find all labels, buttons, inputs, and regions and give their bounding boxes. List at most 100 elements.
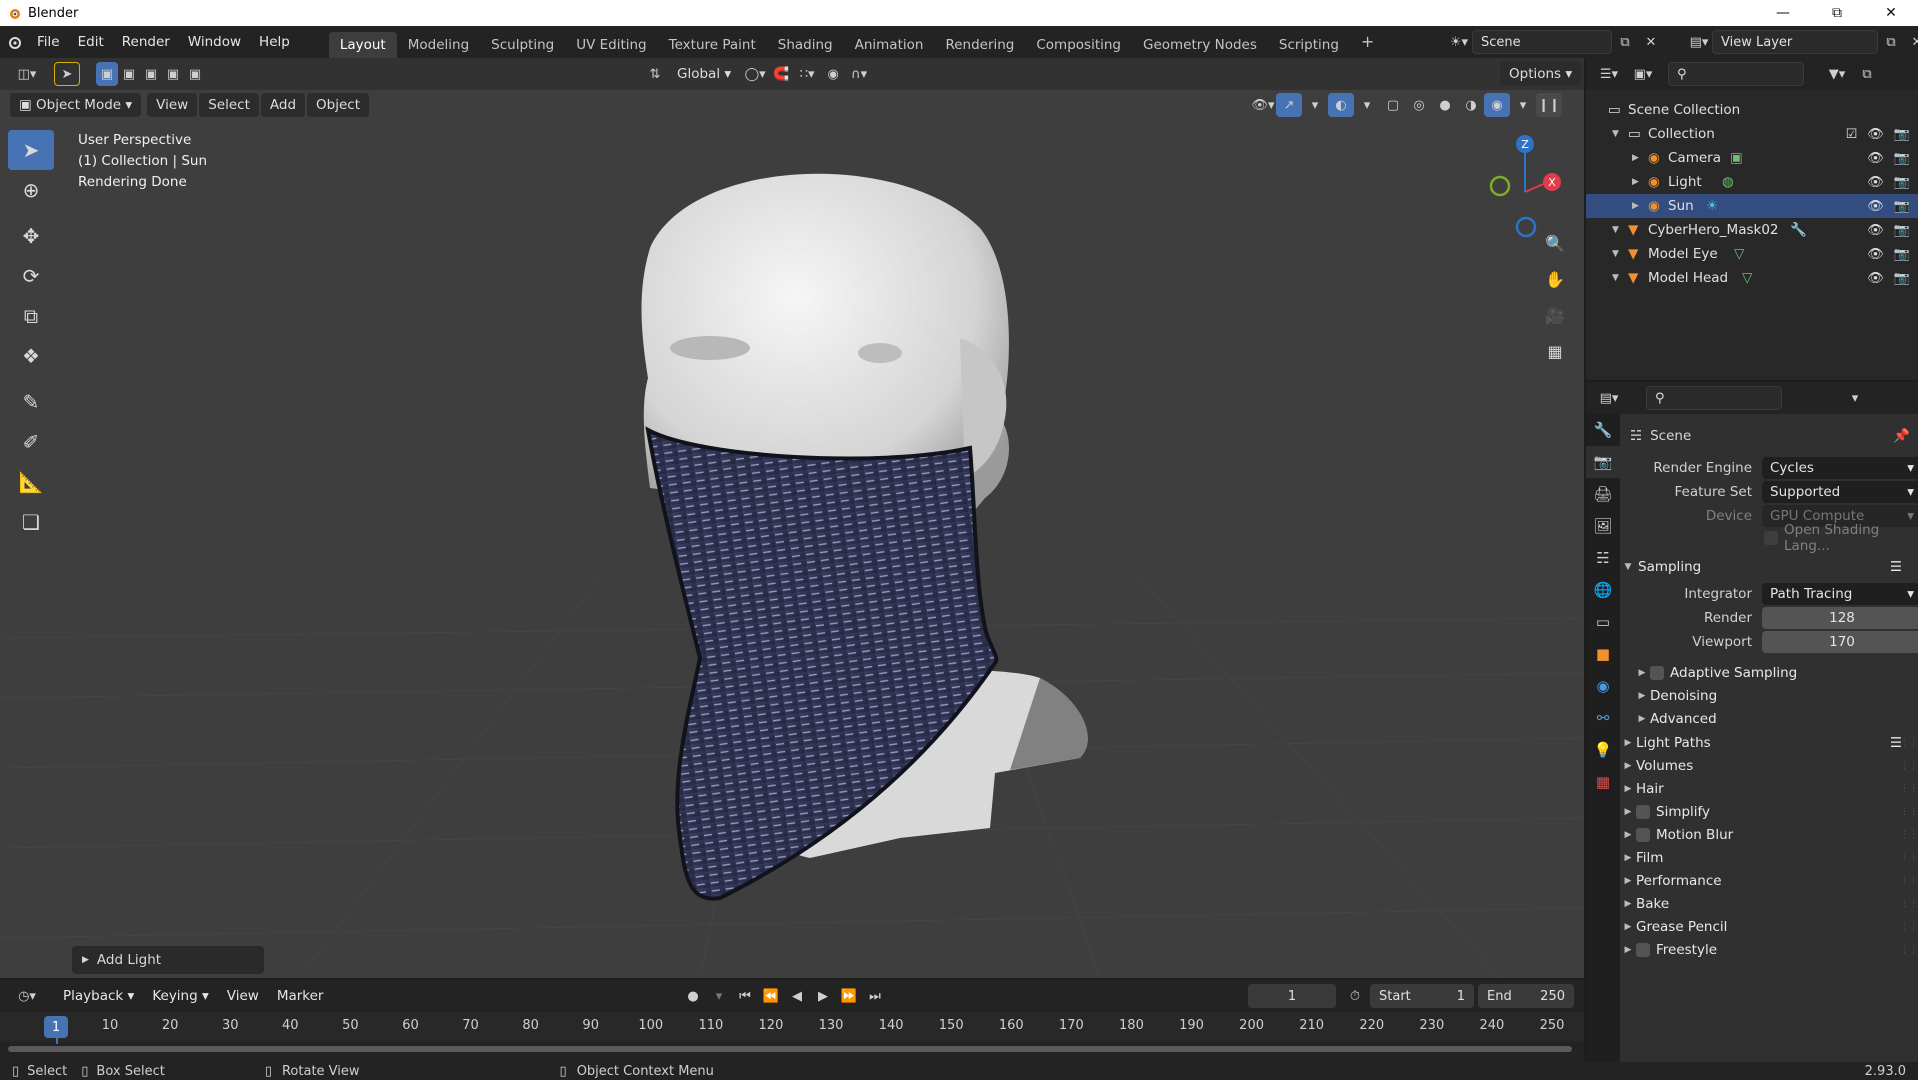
menu-file[interactable]: File xyxy=(28,30,69,54)
sun-data-icon[interactable]: ☀ xyxy=(1706,198,1718,214)
jump-end-icon[interactable]: ⏭ xyxy=(862,984,888,1008)
texture-tab-icon[interactable]: ▦ xyxy=(1586,766,1620,798)
mesh-data-icon[interactable]: ▽ xyxy=(1742,270,1752,286)
add-cube-tool-icon[interactable]: ❏ xyxy=(8,502,54,542)
menu-help[interactable]: Help xyxy=(250,30,299,54)
new-collection-icon[interactable]: ⧉ xyxy=(1854,62,1880,86)
3d-viewport[interactable]: ◫▾ ➤ ▣ ▣ ▣ ▣ ▣ ⇅ Global ▾ ◯▾ 🧲 ∷▾ ◉ ∩▾ O… xyxy=(0,58,1584,978)
menu-window[interactable]: Window xyxy=(179,30,250,54)
properties-editor-type-icon[interactable]: ▤▾ xyxy=(1592,386,1626,410)
drag-handle-icon[interactable]: ⋮⋮ xyxy=(1900,853,1918,863)
visibility-eye-icon[interactable]: 👁 xyxy=(1867,151,1884,166)
timeline-editor-type-icon[interactable]: ◷▾ xyxy=(10,984,44,1008)
record-keyframe-icon[interactable]: ● xyxy=(680,984,706,1008)
editor-type-icon[interactable]: ◫▾ xyxy=(10,62,44,86)
tool-tab-icon[interactable]: 🔧 xyxy=(1586,414,1620,446)
auto-keying-options-icon[interactable]: ▾ xyxy=(706,984,732,1008)
render-engine-dropdown[interactable]: Cycles ▾ xyxy=(1762,457,1918,479)
snap-icon[interactable]: 🧲 xyxy=(768,62,794,86)
outliner-row-collection[interactable]: ▼ ▭ Collection ☑ 👁 📷 xyxy=(1586,122,1918,146)
visibility-eye-icon[interactable]: 👁 xyxy=(1867,223,1884,238)
new-scene-icon[interactable]: ⧉ xyxy=(1612,30,1638,54)
pivot-point-icon[interactable]: ◯▾ xyxy=(742,62,768,86)
tab-texture-paint[interactable]: Texture Paint xyxy=(658,32,767,58)
expand-arrow-icon[interactable]: ▼ xyxy=(1612,273,1619,283)
outliner-row-light[interactable]: ▶ ◉ Light ◍ 👁 📷 xyxy=(1586,170,1918,194)
shading-dropdown-icon[interactable]: ▾ xyxy=(1510,93,1536,117)
render-camera-icon[interactable]: 📷 xyxy=(1894,199,1910,214)
panel-enable-checkbox[interactable] xyxy=(1636,943,1650,957)
shading-material-icon[interactable]: ◑ xyxy=(1458,93,1484,117)
timeline-scrollbar[interactable] xyxy=(8,1046,1572,1052)
world-tab-icon[interactable]: 🌐 xyxy=(1586,574,1620,606)
select-difference-icon[interactable]: ▣ xyxy=(162,62,184,86)
tab-compositing[interactable]: Compositing xyxy=(1025,32,1132,58)
select-subtract-icon[interactable]: ▣ xyxy=(140,62,162,86)
visibility-icon[interactable]: 👁▾ xyxy=(1250,93,1276,117)
menu-edit[interactable]: Edit xyxy=(69,30,113,54)
expand-arrow-icon[interactable]: ▼ xyxy=(1612,225,1619,235)
osl-checkbox[interactable] xyxy=(1764,531,1778,545)
close-button[interactable]: ✕ xyxy=(1864,0,1918,26)
gizmo-y-neg-axis[interactable] xyxy=(1489,175,1511,197)
outliner-row-scene-collection[interactable]: ▭ Scene Collection xyxy=(1586,98,1918,122)
collection-tab-icon[interactable]: ▭ xyxy=(1586,606,1620,638)
falloff-icon[interactable]: ∩▾ xyxy=(846,62,872,86)
tab-sculpting[interactable]: Sculpting xyxy=(480,32,565,58)
integrator-dropdown[interactable]: Path Tracing ▾ xyxy=(1762,583,1918,605)
jump-start-icon[interactable]: ⏮ xyxy=(732,984,758,1008)
ortho-toggle-icon[interactable]: ▦ xyxy=(1540,336,1570,366)
visibility-eye-icon[interactable]: 👁 xyxy=(1867,127,1884,142)
render-samples-field[interactable]: 128 xyxy=(1762,607,1918,629)
outliner-row-cyberhero-mask02[interactable]: ▼ ▼ CyberHero_Mask02 🔧 👁 📷 xyxy=(1586,218,1918,242)
render-camera-icon[interactable]: 📷 xyxy=(1894,271,1910,286)
modifier-wrench-icon[interactable]: 🔧 xyxy=(1790,222,1807,238)
rotate-tool-icon[interactable]: ⟳ xyxy=(8,256,54,296)
tab-modeling[interactable]: Modeling xyxy=(397,32,480,58)
properties-search-input[interactable]: ⚲ xyxy=(1646,386,1782,410)
shading-solid-icon[interactable]: ● xyxy=(1432,93,1458,117)
options-dropdown[interactable]: Options ▾ xyxy=(1500,62,1582,86)
add-workspace-button[interactable]: + xyxy=(1350,29,1385,55)
timeline-menu-keying[interactable]: Keying ▾ xyxy=(143,984,217,1008)
minimize-button[interactable]: — xyxy=(1756,0,1810,26)
visibility-eye-icon[interactable]: 👁 xyxy=(1867,247,1884,262)
preview-range-icon[interactable]: ⏱ xyxy=(1342,984,1368,1008)
view-layer-field[interactable]: View Layer xyxy=(1712,30,1878,54)
shading-wireframe-icon[interactable]: ◎ xyxy=(1406,93,1432,117)
jump-next-keyframe-icon[interactable]: ⏩ xyxy=(836,984,862,1008)
panel-freestyle[interactable]: ▶ Freestyle ⋮⋮ xyxy=(1620,937,1918,963)
snap-target-icon[interactable]: ∷▾ xyxy=(794,62,820,86)
output-tab-icon[interactable]: 🖨 xyxy=(1586,478,1620,510)
filter-icon[interactable]: ▼▾ xyxy=(1820,62,1854,86)
camera-view-icon[interactable]: 🎥 xyxy=(1540,300,1570,330)
navigation-gizmo[interactable]: Z X xyxy=(1480,130,1580,240)
viewport-menu-select[interactable]: Select xyxy=(199,93,259,117)
camera-data-icon[interactable]: ▣ xyxy=(1730,150,1743,166)
overlay-dropdown-icon[interactable]: ▾ xyxy=(1354,93,1380,117)
feature-set-dropdown[interactable]: Supported ▾ xyxy=(1762,481,1918,503)
cursor-tool-icon[interactable]: ⊕ xyxy=(8,170,54,210)
current-frame-field[interactable]: 1 xyxy=(1248,984,1336,1008)
expand-arrow-icon[interactable]: ▼ xyxy=(1612,249,1619,259)
drag-handle-icon[interactable]: ⋮⋮ xyxy=(1900,738,1918,748)
tab-animation[interactable]: Animation xyxy=(844,32,935,58)
start-frame-field[interactable]: Start 1 xyxy=(1370,984,1474,1008)
timeline-menu-marker[interactable]: Marker xyxy=(268,984,333,1008)
tab-scripting[interactable]: Scripting xyxy=(1268,32,1350,58)
drag-handle-icon[interactable]: ⋮⋮ xyxy=(1900,830,1918,840)
select-extend-icon[interactable]: ▣ xyxy=(118,62,140,86)
gizmo-toggle-icon[interactable]: ↗ xyxy=(1276,93,1302,117)
gizmo-z-neg-axis[interactable] xyxy=(1515,216,1537,238)
delete-scene-icon[interactable]: ✕ xyxy=(1638,30,1664,54)
sampling-panel-header[interactable]: ▼ Sampling ☰ xyxy=(1620,554,1918,580)
viewport-menu-view[interactable]: View xyxy=(147,93,198,117)
scene-field[interactable]: Scene xyxy=(1472,30,1612,54)
annotate-tool-icon[interactable]: ✎ xyxy=(8,382,54,422)
timeline-menu-view[interactable]: View xyxy=(218,984,268,1008)
properties-options-icon[interactable]: ▾ xyxy=(1842,386,1868,410)
drag-handle-icon[interactable]: ⋮⋮ xyxy=(1900,784,1918,794)
new-view-layer-icon[interactable]: ⧉ xyxy=(1878,30,1904,54)
constraints-tab-icon[interactable]: ⚯ xyxy=(1586,702,1620,734)
move-tool-icon[interactable]: ✥ xyxy=(8,216,54,256)
